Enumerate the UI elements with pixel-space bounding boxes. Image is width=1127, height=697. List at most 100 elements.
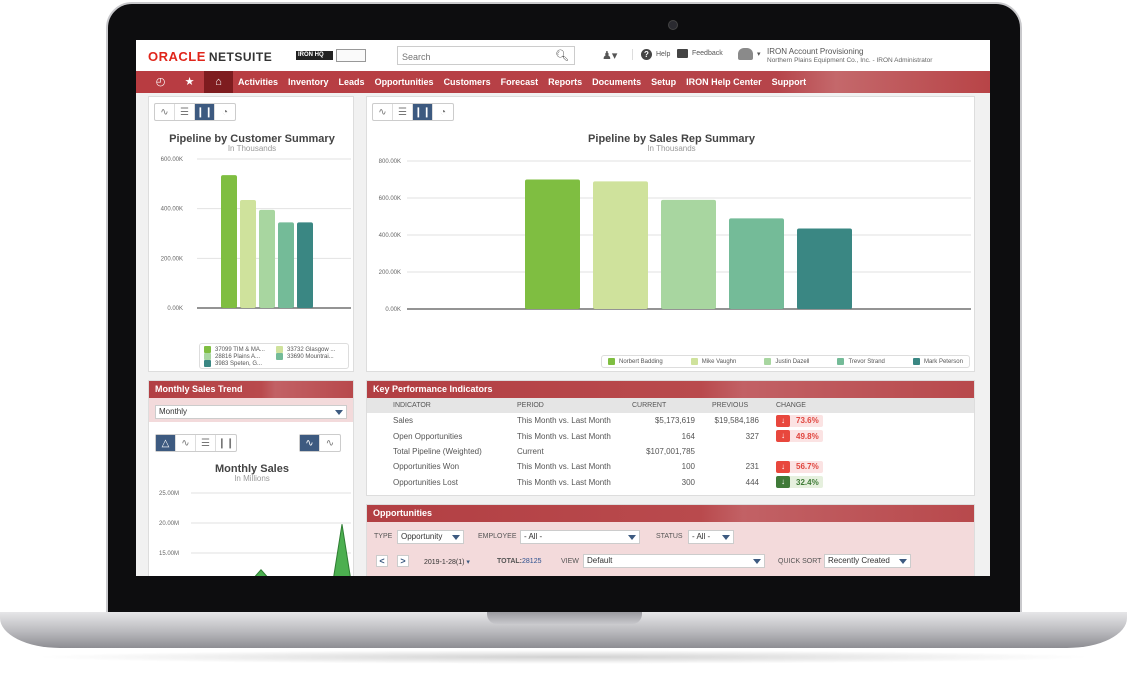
line-chart-icon[interactable]: ∿ [155, 104, 175, 120]
kpi-row: Opportunities Won This Month vs. Last Mon… [367, 459, 974, 474]
status-select-value: - All - [692, 532, 711, 541]
chart-subtitle: In Millions [234, 474, 270, 483]
kpi-period[interactable]: This Month vs. Last Month [517, 428, 632, 443]
kpi-change: ↓ 49.8% [759, 428, 974, 443]
nav-activities[interactable]: Activities [233, 77, 283, 87]
col-change: CHANGE [759, 398, 974, 413]
nav-setup[interactable]: Setup [646, 77, 681, 87]
kpi-previous [695, 444, 759, 459]
nav-opportunities[interactable]: Opportunities [370, 77, 439, 87]
legend-item[interactable]: Mike Vaughn [690, 358, 736, 365]
nav-leads[interactable]: Leads [334, 77, 370, 87]
smooth-area-icon[interactable]: ∿ [300, 435, 320, 451]
change-badge: ↓ 32.4% [776, 476, 823, 489]
nav-iron-help-center[interactable]: IRON Help Center [681, 77, 767, 87]
user-menu[interactable]: ▾ [738, 48, 761, 60]
search-input[interactable] [398, 48, 548, 66]
recent-records-icon[interactable]: ◴ [146, 71, 175, 93]
feedback-link[interactable]: Feedback [677, 49, 723, 58]
area-chart-icon[interactable]: △ [156, 435, 176, 451]
help-link[interactable]: ? Help [632, 49, 670, 60]
change-badge: ↓ 49.8% [776, 430, 823, 443]
nav-inventory[interactable]: Inventory [283, 77, 334, 87]
kpi-period[interactable]: This Month vs. Last Month [517, 413, 632, 428]
type-select[interactable]: Opportunity [397, 530, 464, 544]
next-page-button[interactable]: > [397, 555, 409, 567]
spacer [367, 459, 393, 474]
status-select[interactable]: - All - [688, 530, 734, 544]
date-range-value: 2019-1-28(1) [424, 559, 465, 566]
nav-documents[interactable]: Documents [587, 77, 646, 87]
legend-swatch [912, 358, 920, 365]
previous-page-button[interactable]: < [376, 555, 388, 567]
star-icon[interactable]: ★ [175, 71, 204, 93]
chevron-down-icon [628, 535, 636, 540]
kpi-change: ↓ 73.6% [759, 413, 974, 428]
employee-select[interactable]: - All - [520, 530, 640, 544]
create-new-menu[interactable]: ♟▾ [602, 49, 617, 62]
legend-label: Justin Dazell [775, 358, 810, 365]
line-chart-icon[interactable]: ∿ [373, 104, 393, 120]
y-tick-label: 600.00K [161, 157, 183, 163]
area-peak [333, 524, 351, 576]
kpi-period[interactable]: This Month vs. Last Month [517, 475, 632, 490]
horizontal-bar-icon[interactable]: ☰ [393, 104, 413, 120]
area-peak [254, 569, 268, 576]
netsuite-logo[interactable]: ORACLE NETSUITE [148, 49, 272, 64]
period-select[interactable]: Monthly [155, 405, 347, 419]
kpi-period[interactable]: Current [517, 444, 632, 459]
column-chart-icon[interactable]: ❙❙ [195, 104, 215, 120]
legend-item[interactable]: Justin Dazell [764, 358, 809, 365]
col-previous: PREVIOUS [695, 398, 759, 413]
y-tick-label: 25.00M [159, 491, 179, 497]
monthly-sales-trend-portlet: Monthly Sales Trend Monthly △ ∿ ☰ ❙❙ ∿ ∿… [148, 380, 354, 576]
total-count: TOTAL:28125 [497, 558, 541, 565]
nav-reports[interactable]: Reports [543, 77, 587, 87]
view-select-value: Default [587, 556, 613, 565]
legend-item[interactable]: 28816 Plains A... [204, 353, 272, 360]
spacer [367, 398, 393, 413]
horizontal-bar-icon[interactable]: ☰ [196, 435, 216, 451]
chart-type-switcher: △ ∿ ☰ ❙❙ [155, 434, 237, 452]
legend-item[interactable]: Mark Peterson [912, 358, 963, 365]
arrow-down-icon: ↓ [776, 476, 790, 489]
nav-support[interactable]: Support [767, 77, 812, 87]
nav-customers[interactable]: Customers [439, 77, 496, 87]
smooth-line-icon[interactable]: ∿ [320, 435, 340, 451]
kpi-change [759, 444, 974, 459]
kpi-period[interactable]: This Month vs. Last Month [517, 459, 632, 474]
laptop-notch [487, 612, 642, 624]
kpi-header-row: INDICATOR PERIOD CURRENT PREVIOUS CHANGE [367, 398, 974, 413]
employee-label: EMPLOYEE [478, 533, 517, 540]
legend-item[interactable]: Norbert Badding [608, 358, 663, 365]
arrow-down-icon: ↓ [776, 414, 790, 427]
legend-item[interactable]: 37099 TIM & MA... [204, 346, 272, 353]
pie-chart-icon[interactable]: ◔ [215, 104, 235, 120]
y-tick-label: 200.00K [379, 270, 401, 276]
legend-item[interactable]: 33732 Glasgow ... [276, 346, 344, 353]
kpi-previous: 327 [745, 431, 759, 441]
date-range-select[interactable]: 2019-1-28(1) ▾ [424, 558, 470, 566]
search-icon[interactable]: 🔍︎ [555, 49, 569, 62]
netsuite-wordmark: NETSUITE [208, 50, 273, 64]
kpi-current: 100 [681, 462, 695, 472]
account-info[interactable]: IRON Account Provisioning Northern Plain… [767, 47, 932, 65]
line-chart-icon[interactable]: ∿ [176, 435, 196, 451]
legend-item[interactable]: 33690 Mountrai... [276, 353, 344, 360]
home-icon[interactable]: ⌂ [204, 71, 233, 93]
pipeline-by-sales-rep-chart: 0.00K 200.00K 400.00K 600.00K 800.00K [379, 159, 971, 313]
column-chart-icon[interactable]: ❙❙ [413, 104, 433, 120]
legend-swatch [276, 353, 283, 360]
quicksort-select[interactable]: Recently Created [824, 554, 911, 568]
nav-forecast[interactable]: Forecast [496, 77, 544, 87]
global-search[interactable]: 🔍︎ [397, 46, 575, 66]
pie-chart-icon[interactable]: ◔ [433, 104, 453, 120]
kpi-indicator: Total Pipeline (Weighted) [393, 446, 482, 456]
status-label: STATUS [656, 533, 683, 540]
column-chart-icon[interactable]: ❙❙ [216, 435, 236, 451]
horizontal-bar-icon[interactable]: ☰ [175, 104, 195, 120]
legend-item[interactable]: 3983 Speten, G... [204, 360, 272, 367]
legend-item[interactable]: Trevor Strand [837, 358, 885, 365]
view-select[interactable]: Default [583, 554, 765, 568]
account-role: Northern Plains Equipment Co., Inc. - IR… [767, 57, 933, 64]
